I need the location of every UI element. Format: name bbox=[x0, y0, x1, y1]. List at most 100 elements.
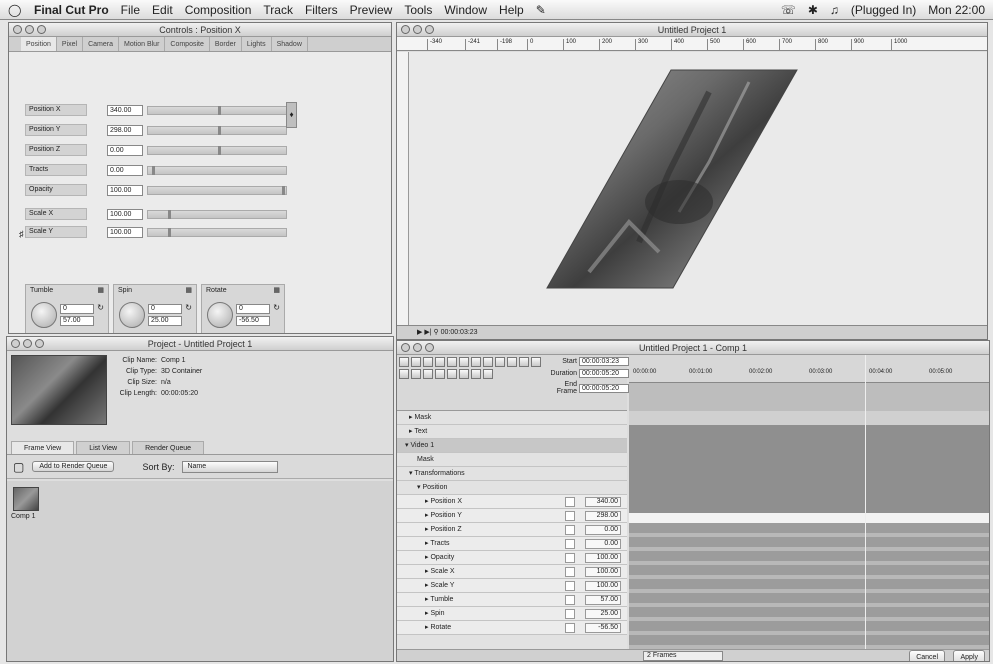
light-icon[interactable] bbox=[435, 357, 445, 367]
keyframe-icon[interactable]: ▦ bbox=[185, 286, 192, 294]
apply-button[interactable]: Apply bbox=[953, 650, 985, 661]
param-track-row[interactable]: ▸ Tracts 0.00 bbox=[397, 537, 627, 551]
tab-composite[interactable]: Composite bbox=[165, 37, 210, 51]
param-track-row[interactable]: ▸ Opacity 100.00 bbox=[397, 551, 627, 565]
keyframe-checkbox[interactable] bbox=[565, 539, 575, 549]
zoom-out-icon[interactable] bbox=[459, 369, 469, 379]
dial-revolutions-field[interactable]: 0 bbox=[60, 304, 94, 314]
keyframe-checkbox[interactable] bbox=[565, 609, 575, 619]
keyframe-icon[interactable]: ▦ bbox=[273, 286, 280, 294]
camera-icon[interactable] bbox=[423, 357, 433, 367]
dial-degrees-field[interactable]: 57.00 bbox=[60, 316, 94, 326]
dial-revolutions-field[interactable]: 0 bbox=[236, 304, 270, 314]
tab-render-queue[interactable]: Render Queue bbox=[132, 441, 205, 454]
minimize-button[interactable] bbox=[413, 343, 422, 352]
minimize-button[interactable] bbox=[25, 25, 34, 34]
timeline-ruler[interactable]: 00:00:00 00:01:00 00:02:00 00:03:00 00:0… bbox=[629, 355, 989, 383]
motion-blur-icon[interactable] bbox=[399, 369, 409, 379]
spin-dial[interactable] bbox=[119, 302, 145, 328]
keyframe-icon[interactable] bbox=[93, 145, 107, 155]
group-icon[interactable] bbox=[471, 357, 481, 367]
tab-list-view[interactable]: List View bbox=[76, 441, 131, 454]
close-button[interactable] bbox=[11, 339, 20, 348]
dial-degrees-field[interactable]: 25.00 bbox=[148, 316, 182, 326]
param-value-field[interactable]: 340.00 bbox=[107, 104, 143, 116]
phone-icon[interactable]: ☏ bbox=[781, 3, 796, 17]
audio-icon[interactable] bbox=[495, 357, 505, 367]
keyframe-checkbox[interactable] bbox=[565, 511, 575, 521]
param-slider[interactable] bbox=[147, 125, 287, 135]
marker-icon[interactable] bbox=[471, 369, 481, 379]
project-items-area[interactable]: Comp 1 bbox=[7, 481, 393, 661]
keyframe-icon[interactable] bbox=[93, 227, 107, 237]
cancel-button[interactable]: Cancel bbox=[909, 650, 945, 661]
param-track-row[interactable]: ▸ Position Z 0.00 bbox=[397, 523, 627, 537]
param-value-field[interactable]: 0.00 bbox=[107, 144, 143, 156]
canvas-viewport[interactable] bbox=[409, 52, 987, 325]
tab-camera[interactable]: Camera bbox=[83, 37, 119, 51]
apple-menu-icon[interactable]: ◯ bbox=[8, 3, 24, 17]
tab-frame-view[interactable]: Frame View bbox=[11, 441, 75, 454]
start-value[interactable]: 00:00:03:23 bbox=[579, 357, 629, 366]
param-value-field[interactable]: 0.00 bbox=[107, 164, 143, 176]
zoom-button[interactable] bbox=[37, 25, 46, 34]
comp-label[interactable]: Comp 1 bbox=[11, 513, 36, 520]
zoom-in-icon[interactable] bbox=[447, 369, 457, 379]
zoom-icon[interactable]: ⚲ bbox=[434, 329, 439, 336]
param-track-row[interactable]: ▸ Scale Y 100.00 bbox=[397, 579, 627, 593]
bluetooth-icon[interactable]: ✱ bbox=[808, 3, 818, 17]
param-track-row[interactable]: ▸ Scale X 100.00 bbox=[397, 565, 627, 579]
keyframe-checkbox[interactable] bbox=[565, 623, 575, 633]
close-button[interactable] bbox=[401, 25, 410, 34]
snap-icon[interactable] bbox=[423, 369, 433, 379]
param-track-row[interactable]: ▸ Position Y 298.00 bbox=[397, 509, 627, 523]
eye-icon[interactable] bbox=[531, 357, 541, 367]
layer-row[interactable]: ▸ Text bbox=[397, 425, 627, 439]
add-to-render-queue-button[interactable]: Add to Render Queue bbox=[32, 461, 115, 472]
frames-select[interactable]: 2 Frames bbox=[643, 651, 723, 661]
minimize-button[interactable] bbox=[23, 339, 32, 348]
tab-shadow[interactable]: Shadow bbox=[272, 37, 308, 51]
param-value[interactable]: 100.00 bbox=[585, 581, 621, 591]
end-value[interactable]: 00:00:05:20 bbox=[579, 383, 629, 393]
playhead[interactable] bbox=[865, 355, 866, 649]
keyframe-icon[interactable] bbox=[93, 105, 107, 115]
mask-track[interactable] bbox=[629, 383, 989, 411]
param-value[interactable]: 57.00 bbox=[585, 595, 621, 605]
menu-tools[interactable]: Tools bbox=[404, 3, 432, 17]
layer-icon[interactable] bbox=[399, 357, 409, 367]
sort-select[interactable]: Name bbox=[182, 460, 279, 473]
param-value-field[interactable]: 100.00 bbox=[107, 184, 143, 196]
timeline-tracks[interactable]: 00:00:00 00:01:00 00:02:00 00:03:00 00:0… bbox=[629, 355, 989, 661]
param-value-field[interactable]: 100.00 bbox=[107, 208, 143, 220]
menu-track[interactable]: Track bbox=[263, 3, 293, 17]
menu-filters[interactable]: Filters bbox=[305, 3, 338, 17]
param-value[interactable]: 0.00 bbox=[585, 525, 621, 535]
layer-row[interactable]: ▾ Video 1 bbox=[397, 439, 627, 453]
rotate-dial[interactable] bbox=[207, 302, 233, 328]
reset-icon[interactable]: ↻ bbox=[273, 303, 280, 312]
layer-row[interactable]: ▸ Mask bbox=[397, 411, 627, 425]
video-track[interactable] bbox=[629, 425, 989, 513]
keyframe-icon[interactable]: ▦ bbox=[97, 286, 104, 294]
link-xy-icon[interactable]: ♦ bbox=[286, 102, 297, 128]
param-track-row[interactable]: ▸ Rotate -56.50 bbox=[397, 621, 627, 635]
trash-icon[interactable]: ▢ bbox=[13, 460, 24, 474]
param-value[interactable]: 100.00 bbox=[585, 553, 621, 563]
layer-row[interactable]: ▾ Position bbox=[397, 481, 627, 495]
filter-icon[interactable] bbox=[483, 357, 493, 367]
comp-thumbnail[interactable] bbox=[13, 487, 39, 511]
minimize-button[interactable] bbox=[413, 25, 422, 34]
param-value[interactable]: -56.50 bbox=[585, 623, 621, 633]
keyframe-icon[interactable] bbox=[483, 369, 493, 379]
keyframe-icon[interactable] bbox=[93, 209, 107, 219]
param-slider[interactable] bbox=[147, 227, 287, 237]
tab-border[interactable]: Border bbox=[210, 37, 242, 51]
parameter-tracks[interactable] bbox=[629, 523, 989, 661]
play-icon[interactable]: ▶ bbox=[417, 329, 422, 336]
param-value[interactable]: 298.00 bbox=[585, 511, 621, 521]
layer-row[interactable]: Mask bbox=[397, 453, 627, 467]
param-slider[interactable] bbox=[147, 145, 287, 155]
step-forward-icon[interactable]: ▶| bbox=[424, 329, 431, 336]
lock-icon[interactable] bbox=[519, 357, 529, 367]
